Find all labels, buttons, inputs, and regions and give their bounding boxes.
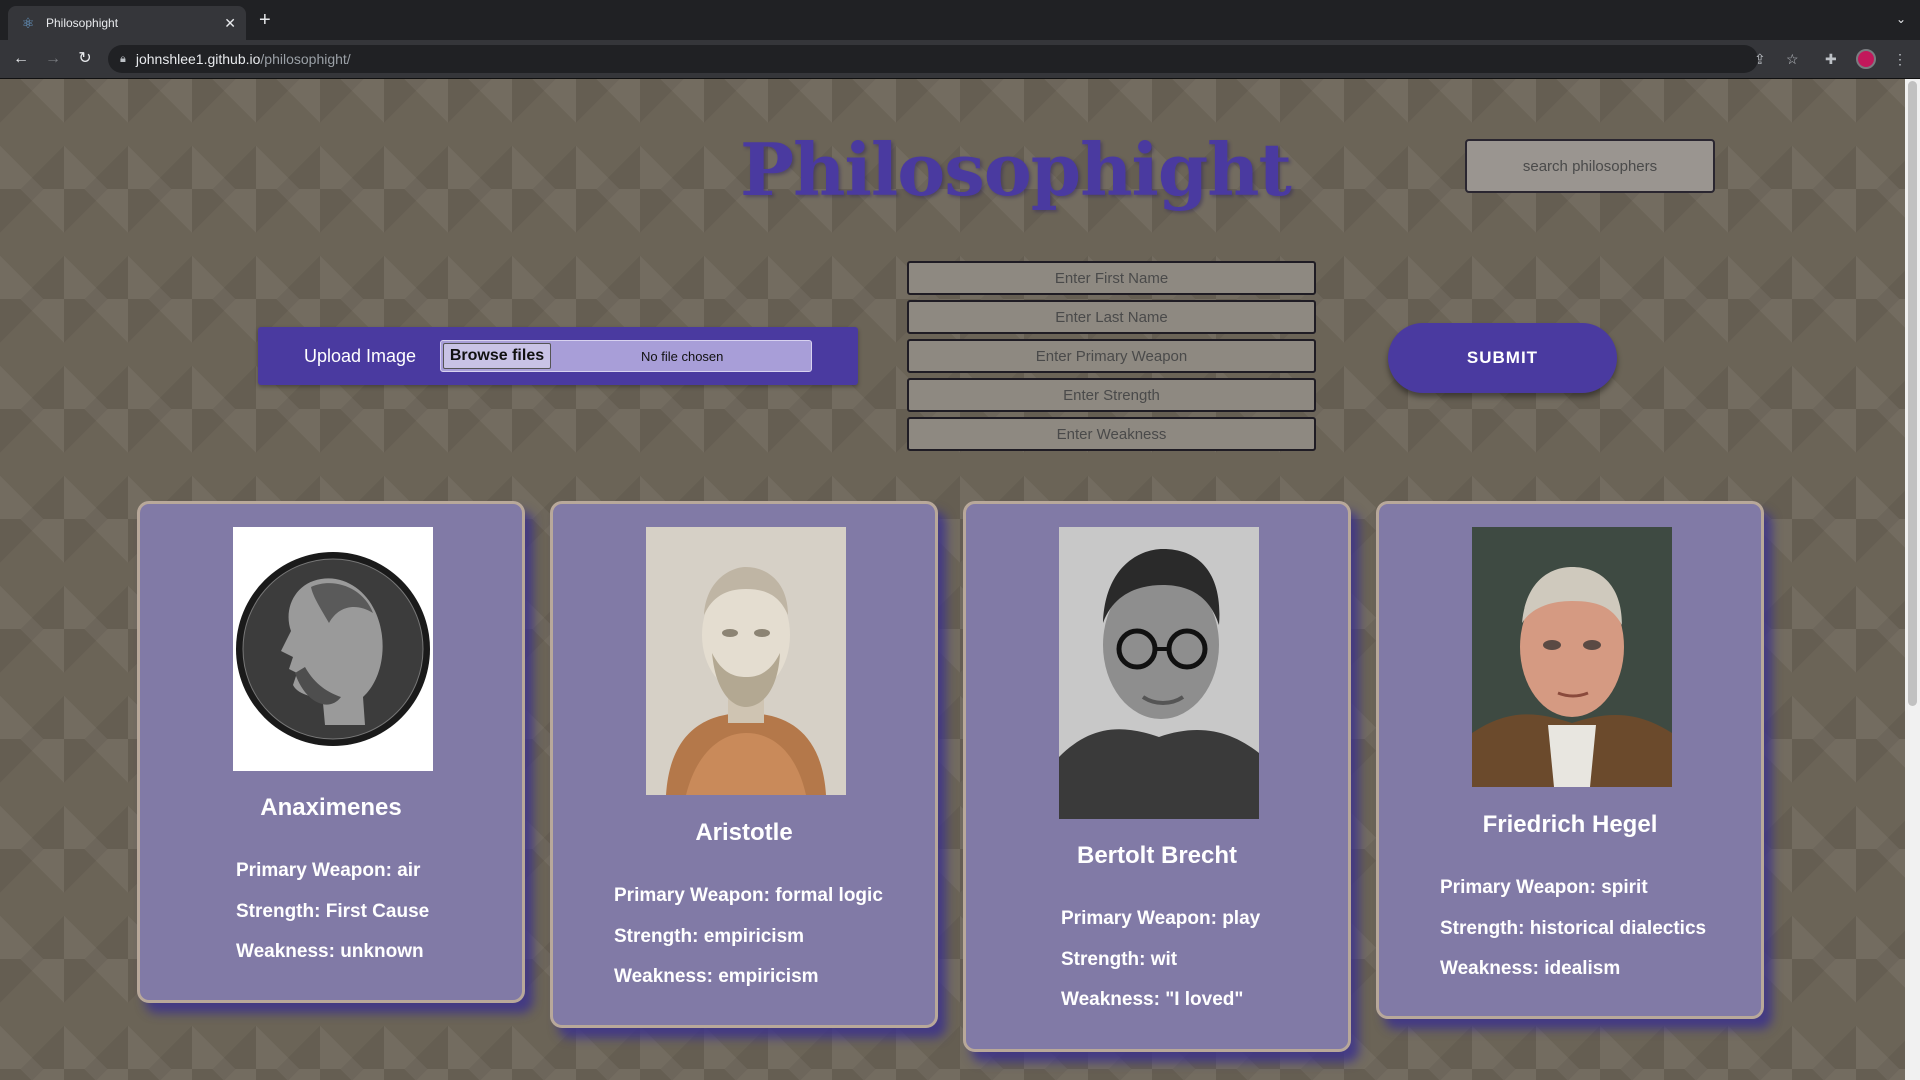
lock-icon: 🔒︎ — [120, 52, 126, 65]
submit-button[interactable]: SUBMIT — [1388, 323, 1617, 393]
no-file-chosen-text: No file chosen — [641, 349, 724, 364]
strength-field[interactable] — [907, 378, 1316, 412]
strength-stat: Strength: First Cause — [236, 901, 430, 922]
strength-stat: Strength: empiricism — [614, 926, 805, 947]
back-arrow-icon[interactable]: ← — [11, 49, 31, 69]
philosopher-name: Friedrich Hegel — [1482, 811, 1658, 838]
weakness-field[interactable] — [907, 417, 1316, 451]
philosopher-card: Bertolt Brecht Primary Weapon: play Stre… — [963, 501, 1351, 1052]
address-bar[interactable]: 🔒︎ johnshlee1.github.io/philosophight/ — [108, 45, 1758, 73]
browse-files-button[interactable]: Browse files — [443, 343, 551, 369]
bookmark-star-icon[interactable]: ☆ — [1786, 50, 1799, 68]
page-content: Philosophight Upload Image Browse files … — [0, 79, 1920, 1080]
philosopher-name: Bertolt Brecht — [1076, 842, 1238, 869]
primary-weapon-stat: Primary Weapon: spirit — [1440, 877, 1648, 898]
browser-tabstrip: ⚛ Philosophight ✕ + ⌄ — [0, 0, 1920, 40]
react-favicon-icon: ⚛ — [21, 15, 35, 31]
primary-weapon-field[interactable] — [907, 339, 1316, 373]
hegel-painting-portrait — [1472, 527, 1672, 787]
upload-image-panel: Upload Image Browse files No file chosen — [258, 327, 858, 385]
close-tab-icon[interactable]: ✕ — [224, 15, 236, 32]
philosopher-card: Anaximenes Primary Weapon: air Strength:… — [137, 501, 525, 1003]
browser-menu-icon[interactable]: ⋮ — [1893, 50, 1907, 68]
weakness-stat: Weakness: idealism — [1440, 958, 1621, 979]
file-input[interactable]: Browse files No file chosen — [440, 340, 812, 372]
scrollbar-thumb[interactable] — [1908, 81, 1917, 706]
url-text: johnshlee1.github.io/philosophight/ — [135, 51, 351, 67]
weakness-stat: Weakness: unknown — [236, 941, 424, 962]
app-title: Philosophight — [740, 127, 1292, 212]
primary-weapon-stat: Primary Weapon: play — [1061, 908, 1261, 929]
strength-stat: Strength: historical dialectics — [1440, 918, 1707, 939]
search-input[interactable] — [1465, 139, 1715, 193]
weakness-stat: Weakness: empiricism — [614, 966, 819, 987]
forward-arrow-icon[interactable]: → — [43, 49, 63, 69]
philosopher-card: Friedrich Hegel Primary Weapon: spirit S… — [1376, 501, 1764, 1019]
new-tab-button[interactable]: + — [259, 10, 271, 30]
extensions-puzzle-icon[interactable]: ✚ — [1825, 50, 1837, 68]
reload-icon[interactable]: ↻ — [75, 49, 95, 69]
weakness-stat: Weakness: "I loved" — [1061, 989, 1244, 1010]
upload-image-label: Upload Image — [304, 346, 417, 366]
brecht-photo-portrait — [1059, 527, 1259, 819]
tab-search-chevron-icon[interactable]: ⌄ — [1896, 12, 1906, 26]
primary-weapon-stat: Primary Weapon: air — [236, 860, 421, 881]
last-name-field[interactable] — [907, 300, 1316, 334]
first-name-field[interactable] — [907, 261, 1316, 295]
share-icon[interactable]: ⇪ — [1754, 50, 1766, 68]
browser-toolbar: ← → ↻ 🔒︎ johnshlee1.github.io/philosophi… — [0, 40, 1920, 79]
profile-avatar[interactable] — [1856, 49, 1876, 69]
aristotle-bust-portrait — [646, 527, 846, 795]
philosopher-card: Aristotle Primary Weapon: formal logic S… — [550, 501, 938, 1028]
anaximenes-coin-portrait — [233, 527, 433, 771]
tab-title: Philosophight — [46, 16, 119, 30]
strength-stat: Strength: wit — [1061, 949, 1178, 970]
philosopher-name: Anaximenes — [260, 794, 402, 821]
browser-tab[interactable]: ⚛ Philosophight ✕ — [8, 6, 246, 40]
philosopher-name: Aristotle — [695, 819, 793, 846]
primary-weapon-stat: Primary Weapon: formal logic — [614, 885, 883, 906]
page-scrollbar[interactable] — [1905, 79, 1920, 1080]
